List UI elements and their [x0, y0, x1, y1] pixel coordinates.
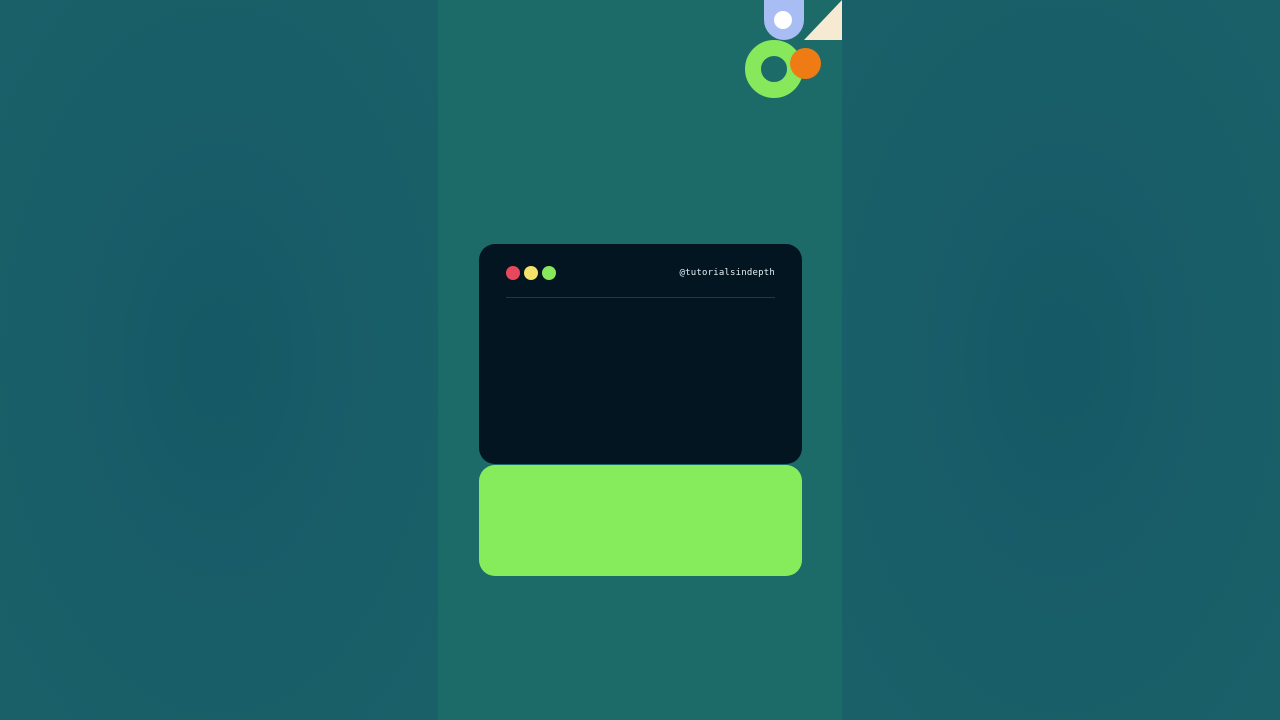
terminal-body [506, 304, 775, 454]
header-divider [506, 297, 775, 298]
triangle-shape [804, 0, 842, 40]
blurred-background-left [0, 0, 438, 720]
traffic-lights [506, 266, 556, 280]
pin-dot-shape [774, 11, 792, 29]
green-output-panel [479, 465, 802, 576]
maximize-dot-icon[interactable] [542, 266, 556, 280]
blurred-background-right [842, 0, 1280, 720]
terminal-header: @tutorialsindepth [506, 264, 775, 282]
terminal-window: @tutorialsindepth [479, 244, 802, 464]
orange-dot-shape [790, 48, 821, 79]
channel-handle: @tutorialsindepth [679, 268, 775, 278]
close-dot-icon[interactable] [506, 266, 520, 280]
minimize-dot-icon[interactable] [524, 266, 538, 280]
video-frame: @tutorialsindepth [438, 0, 842, 720]
